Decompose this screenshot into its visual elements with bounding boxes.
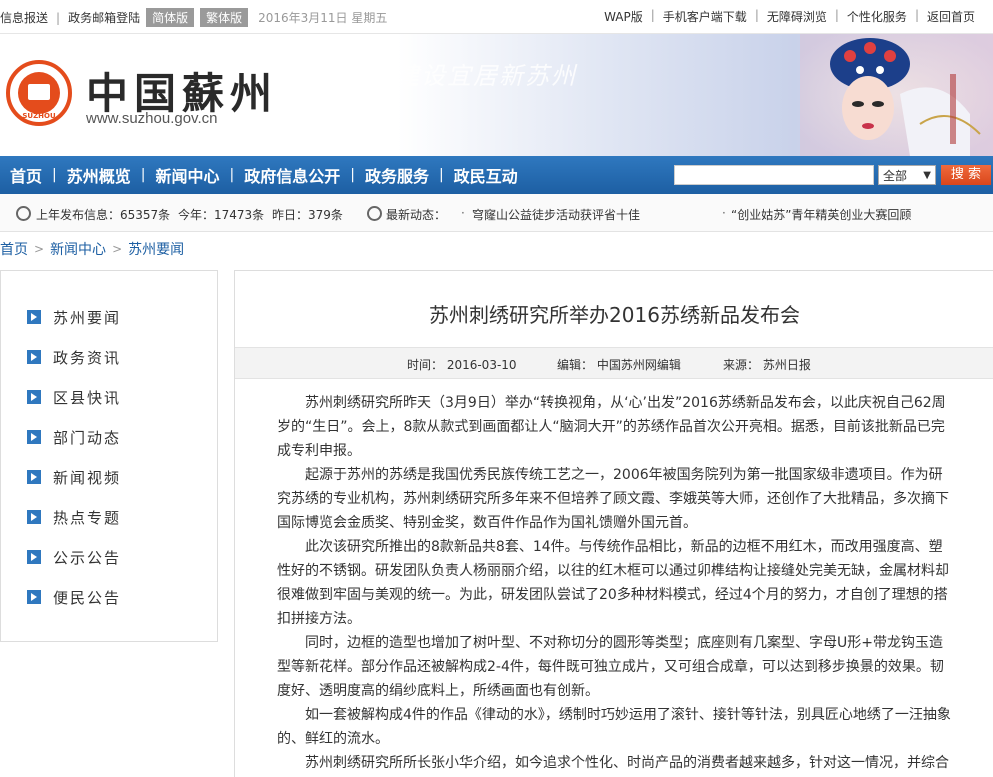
banner-slogan: 建设宜居新苏州 bbox=[395, 62, 577, 90]
chevron-right-icon: > bbox=[34, 242, 45, 256]
nav-suzhou-overview[interactable]: 苏州概览 bbox=[57, 163, 141, 187]
article-title: 苏州刺绣研究所举办2016苏绣新品发布会 bbox=[429, 303, 800, 327]
top-utility-bar: 信息报送 | 政务邮箱登陆 简体版 繁体版 2016年3月11日 星期五 WAP… bbox=[0, 0, 993, 34]
latest-news-item[interactable]: “创业姑苏”青年精英创业大赛回顾 bbox=[731, 206, 911, 223]
article-body: 苏州刺绣研究所昨天（3月9日）举办“转换视角，从‘心’出发”2016苏绣新品发布… bbox=[277, 391, 955, 775]
traditional-chinese-button[interactable]: 繁体版 bbox=[200, 8, 249, 27]
arrow-right-icon bbox=[27, 510, 41, 524]
arrow-right-icon bbox=[27, 590, 41, 604]
sidebar-item-public-notice[interactable]: 公示公告 bbox=[27, 546, 121, 568]
nav-interaction[interactable]: 政民互动 bbox=[444, 163, 528, 187]
breadcrumb-home[interactable]: 首页 bbox=[0, 239, 28, 259]
logo-text: SUZHOU bbox=[22, 112, 56, 120]
divider: | bbox=[56, 10, 61, 25]
sidebar-item-public-service[interactable]: 便民公告 bbox=[27, 586, 121, 608]
sidebar-item-label: 区县快讯 bbox=[53, 388, 122, 407]
breadcrumb-suzhou-news[interactable]: 苏州要闻 bbox=[128, 239, 184, 259]
article-meta-bar: 时间： 2016-03-10 编辑： 中国苏州网编辑 来源： 苏州日报 bbox=[235, 347, 993, 379]
article-paragraph: 苏州刺绣研究所所长张小华介绍，如今追求个性化、时尚产品的消费者越来越多，针对这一… bbox=[305, 755, 949, 771]
sidebar-item-dept-news[interactable]: 部门动态 bbox=[27, 426, 121, 448]
suzhou-logo[interactable]: SUZHOU bbox=[6, 60, 72, 126]
search-button[interactable]: 搜 索 bbox=[941, 165, 991, 185]
divider: | bbox=[650, 8, 655, 22]
sidebar-item-label: 便民公告 bbox=[53, 588, 122, 607]
article-paragraph: 如一套被解构成4件的作品《律动的水》，绣制时巧妙运用了滚针、接针等针法，别具匠心… bbox=[277, 707, 951, 747]
top-left-links: 信息报送 | 政务邮箱登陆 简体版 繁体版 2016年3月11日 星期五 bbox=[0, 8, 387, 27]
city-gate-icon bbox=[18, 72, 60, 114]
top-right-links: WAP版 | 手机客户端下载 | 无障碍浏览 | 个性化服务 | 返回首页 bbox=[604, 8, 975, 25]
search-input[interactable] bbox=[674, 165, 874, 185]
article-paragraph: 苏州刺绣研究所昨天（3月9日）举办“转换视角，从‘心’出发”2016苏绣新品发布… bbox=[277, 395, 946, 459]
article: 苏州刺绣研究所举办2016苏绣新品发布会 时间： 2016-03-10 编辑： … bbox=[234, 270, 993, 777]
yesterday-stat: 昨日：379条 bbox=[272, 208, 343, 222]
sidebar-item-label: 热点专题 bbox=[53, 508, 122, 527]
nav-gov-services[interactable]: 政务服务 bbox=[355, 163, 439, 187]
sidebar-item-district-news[interactable]: 区县快讯 bbox=[27, 386, 121, 408]
arrow-right-icon bbox=[27, 550, 41, 564]
search-scope-select[interactable]: 全部 ▼ bbox=[878, 165, 936, 185]
wap-link[interactable]: WAP版 bbox=[604, 8, 643, 25]
personalization-link[interactable]: 个性化服务 bbox=[847, 8, 907, 25]
latest-news-label: 最新动态： bbox=[386, 208, 447, 222]
current-date: 2016年3月11日 星期五 bbox=[258, 11, 388, 25]
site-url: www.suzhou.gov.cn bbox=[86, 110, 218, 127]
simplified-chinese-button[interactable]: 简体版 bbox=[146, 8, 195, 27]
last-year-stat: 上年发布信息：65357条 bbox=[36, 208, 171, 222]
sidebar-item-label: 公示公告 bbox=[53, 548, 122, 567]
gov-mail-login-link[interactable]: 政务邮箱登陆 bbox=[68, 9, 140, 26]
arrow-right-icon bbox=[27, 310, 41, 324]
accessibility-link[interactable]: 无障碍浏览 bbox=[767, 8, 827, 25]
article-paragraph: 此次该研究所推出的8款新品共8套、14件。与传统作品相比，新品的边框不用红木，而… bbox=[277, 539, 949, 627]
sidebar-item-label: 部门动态 bbox=[53, 428, 122, 447]
divider: | bbox=[914, 8, 919, 22]
main-navigation: 首页 | 苏州概览 | 新闻中心 | 政府信息公开 | 政务服务 | 政民互动 … bbox=[0, 156, 993, 194]
nav-home[interactable]: 首页 bbox=[0, 163, 52, 187]
this-year-stat: 今年：17473条 bbox=[178, 208, 265, 222]
sidebar-item-suzhou-news[interactable]: 苏州要闻 bbox=[27, 306, 121, 328]
home-link[interactable]: 返回首页 bbox=[927, 8, 975, 25]
sidebar-item-gov-info[interactable]: 政务资讯 bbox=[27, 346, 121, 368]
article-paragraph: 起源于苏州的苏绣是我国优秀民族传统工艺之一，2006年被国务院列为第一批国家级非… bbox=[277, 467, 949, 531]
sidebar-item-news-video[interactable]: 新闻视频 bbox=[27, 466, 121, 488]
site-banner: SUZHOU 中国蘇州 www.suzhou.gov.cn 建设宜居新苏州 bbox=[0, 34, 993, 156]
sidebar-item-label: 新闻视频 bbox=[53, 468, 122, 487]
bullet: · bbox=[461, 206, 465, 220]
breadcrumb: 首页 > 新闻中心 > 苏州要闻 bbox=[0, 232, 993, 266]
stats-bar: 上年发布信息：65357条 今年：17473条 昨日：379条 最新动态： · … bbox=[0, 194, 993, 232]
arrow-right-icon bbox=[27, 430, 41, 444]
latest-news-item[interactable]: 穹窿山公益徒步活动获评省十佳 bbox=[472, 206, 640, 223]
sidebar-item-hot-topics[interactable]: 热点专题 bbox=[27, 506, 121, 528]
speech-bubble-icon bbox=[367, 206, 382, 221]
chevron-right-icon: > bbox=[112, 242, 123, 256]
divider: | bbox=[754, 8, 759, 22]
arrow-right-icon bbox=[27, 470, 41, 484]
nav-news-center[interactable]: 新闻中心 bbox=[145, 163, 229, 187]
article-time: 时间： 2016-03-10 bbox=[407, 358, 517, 372]
search-scope-value: 全部 bbox=[883, 168, 908, 183]
nav-gov-info[interactable]: 政府信息公开 bbox=[234, 163, 350, 187]
bullet: · bbox=[722, 206, 726, 220]
sidebar-item-label: 苏州要闻 bbox=[53, 308, 122, 327]
article-paragraph: 同时，边框的造型也增加了树叶型、不对称切分的圆形等类型；底座则有几案型、字母U形… bbox=[277, 635, 944, 699]
article-editor: 编辑： 中国苏州网编辑 bbox=[557, 358, 681, 372]
arrow-right-icon bbox=[27, 390, 41, 404]
divider: | bbox=[834, 8, 839, 22]
article-source: 来源： 苏州日报 bbox=[723, 358, 811, 372]
info-submit-link[interactable]: 信息报送 bbox=[0, 9, 48, 26]
opera-performer-image bbox=[800, 34, 993, 156]
chevron-down-icon: ▼ bbox=[923, 169, 931, 181]
nav-items: 首页 | 苏州概览 | 新闻中心 | 政府信息公开 | 政务服务 | 政民互动 bbox=[0, 156, 528, 194]
arrow-right-icon bbox=[27, 350, 41, 364]
mobile-client-link[interactable]: 手机客户端下载 bbox=[663, 8, 747, 25]
sidebar: 苏州要闻 政务资讯 区县快讯 部门动态 新闻视频 热点专题 公示公告 便民公告 bbox=[0, 270, 218, 642]
sidebar-item-label: 政务资讯 bbox=[53, 348, 122, 367]
breadcrumb-news-center[interactable]: 新闻中心 bbox=[50, 239, 106, 259]
clock-icon bbox=[16, 206, 31, 221]
